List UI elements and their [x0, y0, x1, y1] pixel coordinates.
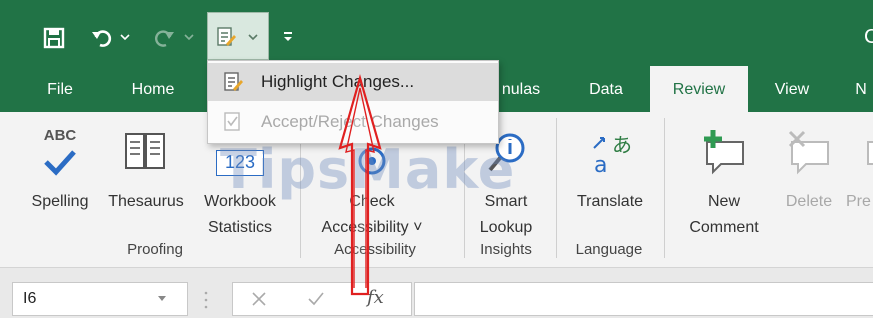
tab-next-cut[interactable]: N — [846, 66, 873, 114]
thesaurus-button[interactable]: Thesaurus — [98, 122, 194, 232]
formula-input[interactable] — [414, 282, 873, 316]
smart-lookup-label-2: Lookup — [479, 219, 533, 236]
highlight-changes-icon — [222, 71, 244, 93]
chevron-down-icon — [246, 31, 260, 43]
group-label-proofing: Proofing — [127, 241, 183, 258]
new-comment-button[interactable]: New Comment — [672, 122, 776, 238]
tab-home[interactable]: Home — [118, 66, 188, 114]
delete-comment-label: Delete — [785, 193, 833, 210]
chevron-down-icon[interactable] — [157, 283, 167, 315]
accept-reject-icon — [222, 111, 244, 133]
group-label-insights: Insights — [480, 241, 532, 258]
enter-icon[interactable] — [307, 291, 325, 312]
tab-review[interactable]: Review — [650, 66, 748, 118]
previous-comment-button[interactable]: Pre — [842, 122, 873, 238]
group-separator — [556, 118, 557, 258]
tab-formulas[interactable]: nulas — [494, 66, 548, 114]
thesaurus-icon — [120, 130, 172, 174]
window-title: C — [864, 26, 873, 48]
track-changes-button[interactable] — [207, 12, 269, 60]
spelling-label: Spelling — [31, 193, 89, 210]
drag-handle-icon[interactable] — [204, 290, 208, 310]
svg-text:あ: あ — [612, 133, 632, 157]
group-label-language: Language — [575, 241, 643, 258]
undo-dropdown-icon[interactable] — [118, 30, 132, 44]
translate-icon: あa — [588, 130, 632, 178]
name-box-value: I6 — [23, 290, 37, 307]
name-box[interactable]: I6 — [12, 282, 188, 316]
new-comment-icon — [699, 126, 749, 176]
tab-view[interactable]: View — [764, 66, 820, 114]
save-icon[interactable] — [40, 24, 68, 52]
svg-text:a: a — [594, 153, 607, 176]
new-comment-label-1: New — [707, 193, 740, 210]
annotation-arrow — [338, 74, 382, 296]
spelling-icon: ABC — [38, 124, 82, 180]
tab-data[interactable]: Data — [578, 66, 634, 114]
redo-dropdown-icon[interactable] — [182, 30, 196, 44]
spelling-button[interactable]: ABC Spelling — [20, 122, 100, 232]
track-changes-icon — [214, 25, 238, 49]
undo-icon[interactable] — [88, 24, 116, 52]
new-comment-label-2: Comment — [689, 219, 759, 236]
customize-qat-icon[interactable] — [280, 28, 296, 46]
delete-comment-icon — [784, 126, 834, 176]
previous-comment-icon — [860, 126, 873, 176]
translate-button[interactable]: あa Translate — [562, 122, 658, 238]
thesaurus-label: Thesaurus — [108, 193, 184, 210]
previous-comment-label: Pre — [846, 193, 871, 210]
tab-file[interactable]: File — [36, 66, 84, 114]
translate-label: Translate — [576, 193, 644, 210]
redo-icon[interactable] — [150, 24, 178, 52]
delete-comment-button[interactable]: Delete — [776, 122, 842, 238]
formula-bar: I6 fx — [0, 268, 873, 318]
group-separator — [664, 118, 665, 258]
cancel-icon[interactable] — [251, 291, 267, 312]
workbook-statistics-label-2: Statistics — [207, 219, 272, 236]
